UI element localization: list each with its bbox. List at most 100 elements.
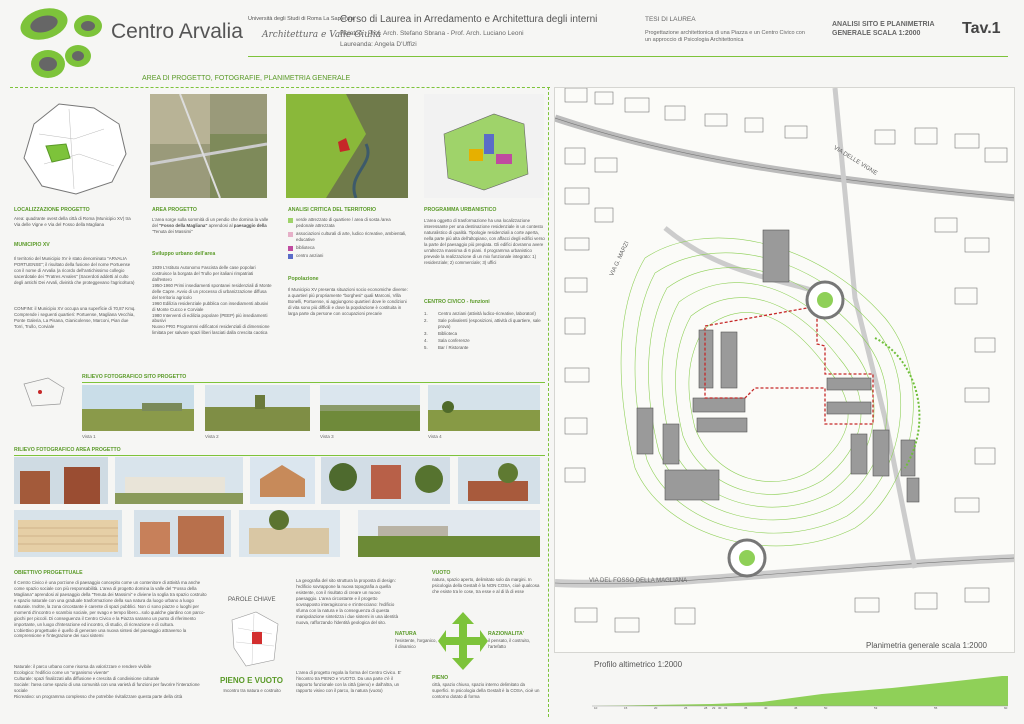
tesi-description: Progettazione architettonica di una Piaz… bbox=[645, 30, 805, 44]
site-plan-drawing bbox=[555, 88, 1014, 633]
legend-item: biblioteca bbox=[288, 245, 408, 251]
profile-tick-label: 15 bbox=[624, 706, 628, 710]
vuoto-text: natura, spazio aperto, delimitato solo d… bbox=[432, 577, 540, 594]
rilievo-title: RILIEVO FOTOGRAFICO SITO PROGETTO bbox=[82, 374, 187, 380]
function-item: 3. Biblioteca bbox=[424, 331, 546, 337]
col1-heading: LOCALIZZAZIONE PROGETTO bbox=[14, 207, 90, 213]
legend-item: verde attrezzato di quartiere / area di … bbox=[288, 217, 408, 229]
view-caption-2: Vista 2 bbox=[205, 434, 219, 439]
function-text: Bar / Ristorante bbox=[438, 344, 469, 350]
legend-swatch bbox=[288, 253, 293, 259]
col1-text-3: CONFINI: il Municipio XV occupa una supe… bbox=[14, 306, 136, 329]
site-plan: VIA DELLE VIGNE VIA G. MARZI VIA DEL FOS… bbox=[554, 87, 1015, 653]
functions-list: 1. Centro anziani (attività ludico-ricrea… bbox=[424, 311, 546, 352]
profile-tick-label: 33 bbox=[724, 706, 728, 710]
pieno-vuoto-subtitle: Incontro tra natura e costruito bbox=[223, 688, 281, 693]
analisi-line-2: GENERALE SCALA 1:2000 bbox=[832, 30, 921, 38]
view-caption-3: Vista 3 bbox=[320, 434, 334, 439]
function-text: Sala conferenze bbox=[438, 337, 470, 343]
relatori: Relatori : Prof. Arch. Stefano Sbrana - … bbox=[340, 30, 524, 37]
course: Corso di Laurea in Arredamento e Archite… bbox=[340, 14, 598, 25]
tesi-label: TESI DI LAUREA bbox=[645, 16, 696, 23]
col3-heading-2: Popolazione bbox=[288, 276, 319, 282]
natura-text: l'esistente, l'organico, il dinamico bbox=[395, 638, 437, 649]
col2-text-c: aprendosi al bbox=[207, 222, 234, 228]
col2-text: L'area sorge sulla sommità di un pendio … bbox=[152, 217, 270, 235]
area-photo-3 bbox=[250, 457, 315, 504]
legend-text: associazioni culturali di arte, ludico r… bbox=[296, 230, 407, 242]
razionalita-heading: RAZIONALITA' bbox=[488, 631, 525, 637]
col4-heading: PROGRAMMA URBANISTICO bbox=[424, 207, 497, 213]
rome-map-image bbox=[14, 94, 134, 198]
col2-text-d: paesaggio della bbox=[233, 222, 267, 228]
col2-text-e: "Tenuta dei Massimi" bbox=[152, 228, 193, 234]
site-photo-3 bbox=[320, 385, 420, 431]
geografia-text: La geografia del sito struttura la propo… bbox=[296, 578, 399, 625]
legend-swatch bbox=[288, 231, 293, 237]
site-sketch-image bbox=[18, 374, 70, 410]
profile-tick-label: 20 bbox=[654, 706, 658, 710]
col3-text-2: Il Municipio XV presenta situazioni soci… bbox=[288, 287, 408, 316]
profile-tick-label: 60 bbox=[1004, 706, 1008, 710]
analisi-label: ANALISI SITO E PLANIMETRIA GENERALE SCALA… bbox=[832, 20, 935, 38]
profile-tick-label: 45 bbox=[794, 706, 798, 710]
function-text: Centro anziani (attività ludico-ricreati… bbox=[438, 311, 536, 316]
vuoto-heading: VUOTO bbox=[432, 570, 451, 576]
poster: Centro Arvalia Università degli Studi di… bbox=[0, 0, 1024, 724]
profile-tick-label: 55 bbox=[934, 706, 938, 710]
rilievo-rule bbox=[82, 382, 545, 383]
legend-swatch bbox=[288, 245, 293, 251]
functions-items: 1. Centro anziani (attività ludico-ricrea… bbox=[424, 311, 546, 351]
tav-number: Tav.1 bbox=[962, 20, 1001, 37]
profile-ticks: 10 15 20 25 28 29 30 33 35 40 45 50 53 55 60 bbox=[594, 706, 1008, 710]
university: Università degli Studi di Roma La Sapien… bbox=[248, 16, 354, 22]
plan-scale-label: Planimetria generale scala 1:2000 bbox=[866, 641, 987, 650]
header-divider bbox=[248, 56, 1008, 57]
logo-mark bbox=[20, 8, 102, 78]
function-item: 5. Bar / Ristorante bbox=[424, 345, 546, 351]
regola-text: L'area di progetto regola la forma del C… bbox=[296, 670, 402, 693]
col3-legend: verde attrezzato di quartiere / area di … bbox=[288, 217, 408, 261]
profile-tick-label: 53 bbox=[874, 706, 878, 710]
profile-tick-label: 35 bbox=[744, 706, 748, 710]
vertical-rule bbox=[548, 87, 549, 717]
area-photo-2 bbox=[115, 457, 243, 504]
area-photo-7 bbox=[134, 510, 231, 557]
site-photo-4 bbox=[428, 385, 540, 431]
razionalita-text: il pensato, il costruito, l'artefatto bbox=[488, 638, 531, 649]
laureanda: Laureanda: Angela D'Uffizi bbox=[340, 41, 417, 48]
function-text: Sale polivalenti (esposizioni, attività … bbox=[438, 317, 541, 329]
site-photo-1 bbox=[82, 385, 194, 431]
area-photo-8 bbox=[239, 510, 340, 557]
function-number: 2. bbox=[424, 317, 428, 323]
function-item: 4. Sala conferenze bbox=[424, 338, 546, 344]
section-title: AREA DI PROGETTO, FOTOGRAFIE, PLANIMETRI… bbox=[142, 75, 351, 82]
obiettivo-text: Il Centro Civico è una porzione di paesa… bbox=[14, 580, 207, 639]
profile-tick-label: 29 bbox=[712, 706, 716, 710]
col1-text-2: Il territorio del Municipio XV è stato d… bbox=[14, 256, 135, 285]
col4-text: L'area oggetto di trasformazione ha una … bbox=[424, 218, 545, 265]
four-arrows-icon bbox=[438, 612, 488, 670]
col2-heading-2: Sviluppo urbano dell'area bbox=[152, 251, 216, 257]
section-rule bbox=[10, 87, 550, 88]
site-photo-2 bbox=[205, 385, 310, 431]
area-photo-5 bbox=[458, 457, 540, 504]
col1-text: Area: quadrante ovest della città di Rom… bbox=[14, 216, 131, 227]
aerial-photo-2 bbox=[286, 94, 408, 198]
legend-item: associazioni culturali di arte, ludico r… bbox=[288, 231, 408, 243]
function-number: 3. bbox=[424, 330, 428, 336]
col4-heading-2: CENTRO CIVICO - funzioni bbox=[424, 299, 490, 305]
legend-item: centro anziani bbox=[288, 253, 408, 259]
legend-list: verde attrezzato di quartiere / area di … bbox=[288, 217, 408, 259]
col2-heading: AREA PROGETTO bbox=[152, 207, 197, 213]
col1-heading-2: MUNICIPIO XV bbox=[14, 242, 50, 248]
page-title: Centro Arvalia bbox=[111, 20, 243, 43]
view-caption-4: Vista 4 bbox=[428, 434, 442, 439]
col3-heading: ANALISI CRITICA DEL TERRITORIO bbox=[288, 207, 377, 213]
rilievo-area-title: RILIEVO FOTOGRAFICO AREA PROGETTO bbox=[14, 447, 121, 453]
aerial-photo-1 bbox=[150, 94, 267, 198]
profile-tick-label: 50 bbox=[824, 706, 828, 710]
profile-tick-label: 30 bbox=[718, 706, 722, 710]
parole-chiave: PAROLE CHIAVE bbox=[228, 597, 276, 603]
obiettivo-heading: OBIETTIVO PROGETTUALE bbox=[14, 570, 83, 576]
